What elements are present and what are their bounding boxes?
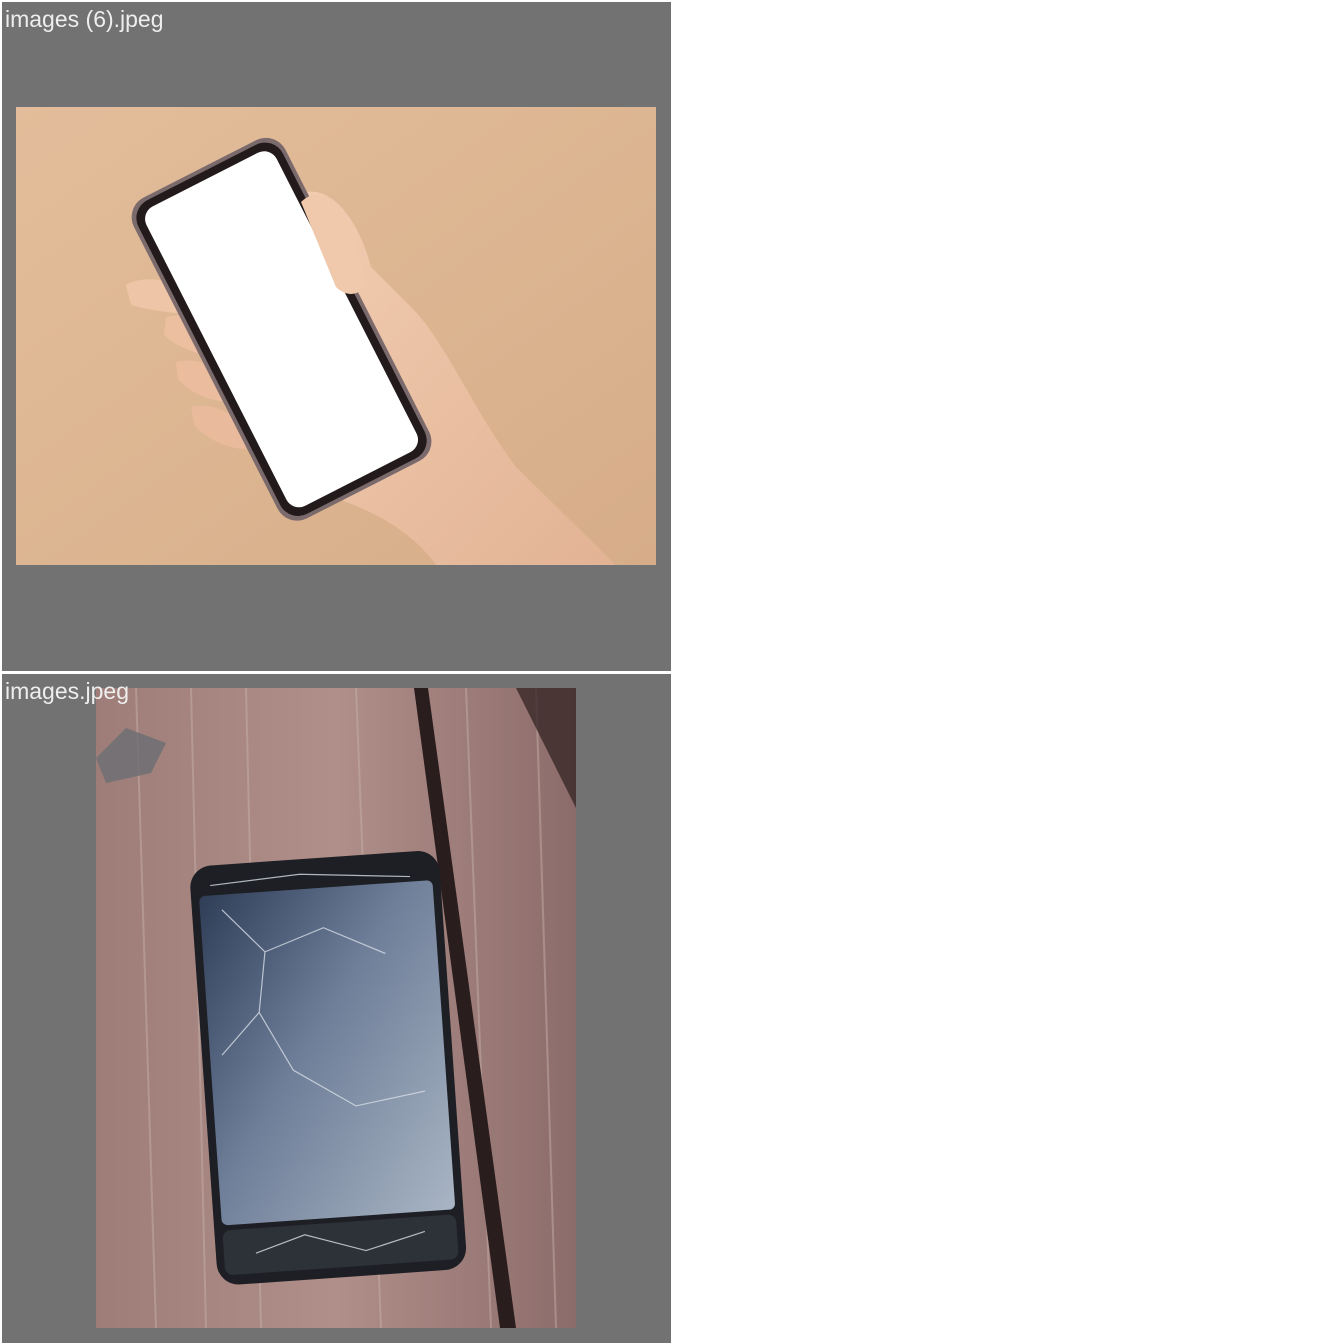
image-filename: images.jpeg [5,678,130,704]
image-tile-2[interactable]: images.jpeg [2,674,671,1343]
image-tile-1[interactable]: images (6).jpeg [2,2,671,671]
image-thumbnail-cracked-phone[interactable] [96,688,576,1328]
image-thumbnail-hand-holding-phone[interactable] [16,107,656,565]
image-filename: images (6).jpeg [5,6,164,32]
